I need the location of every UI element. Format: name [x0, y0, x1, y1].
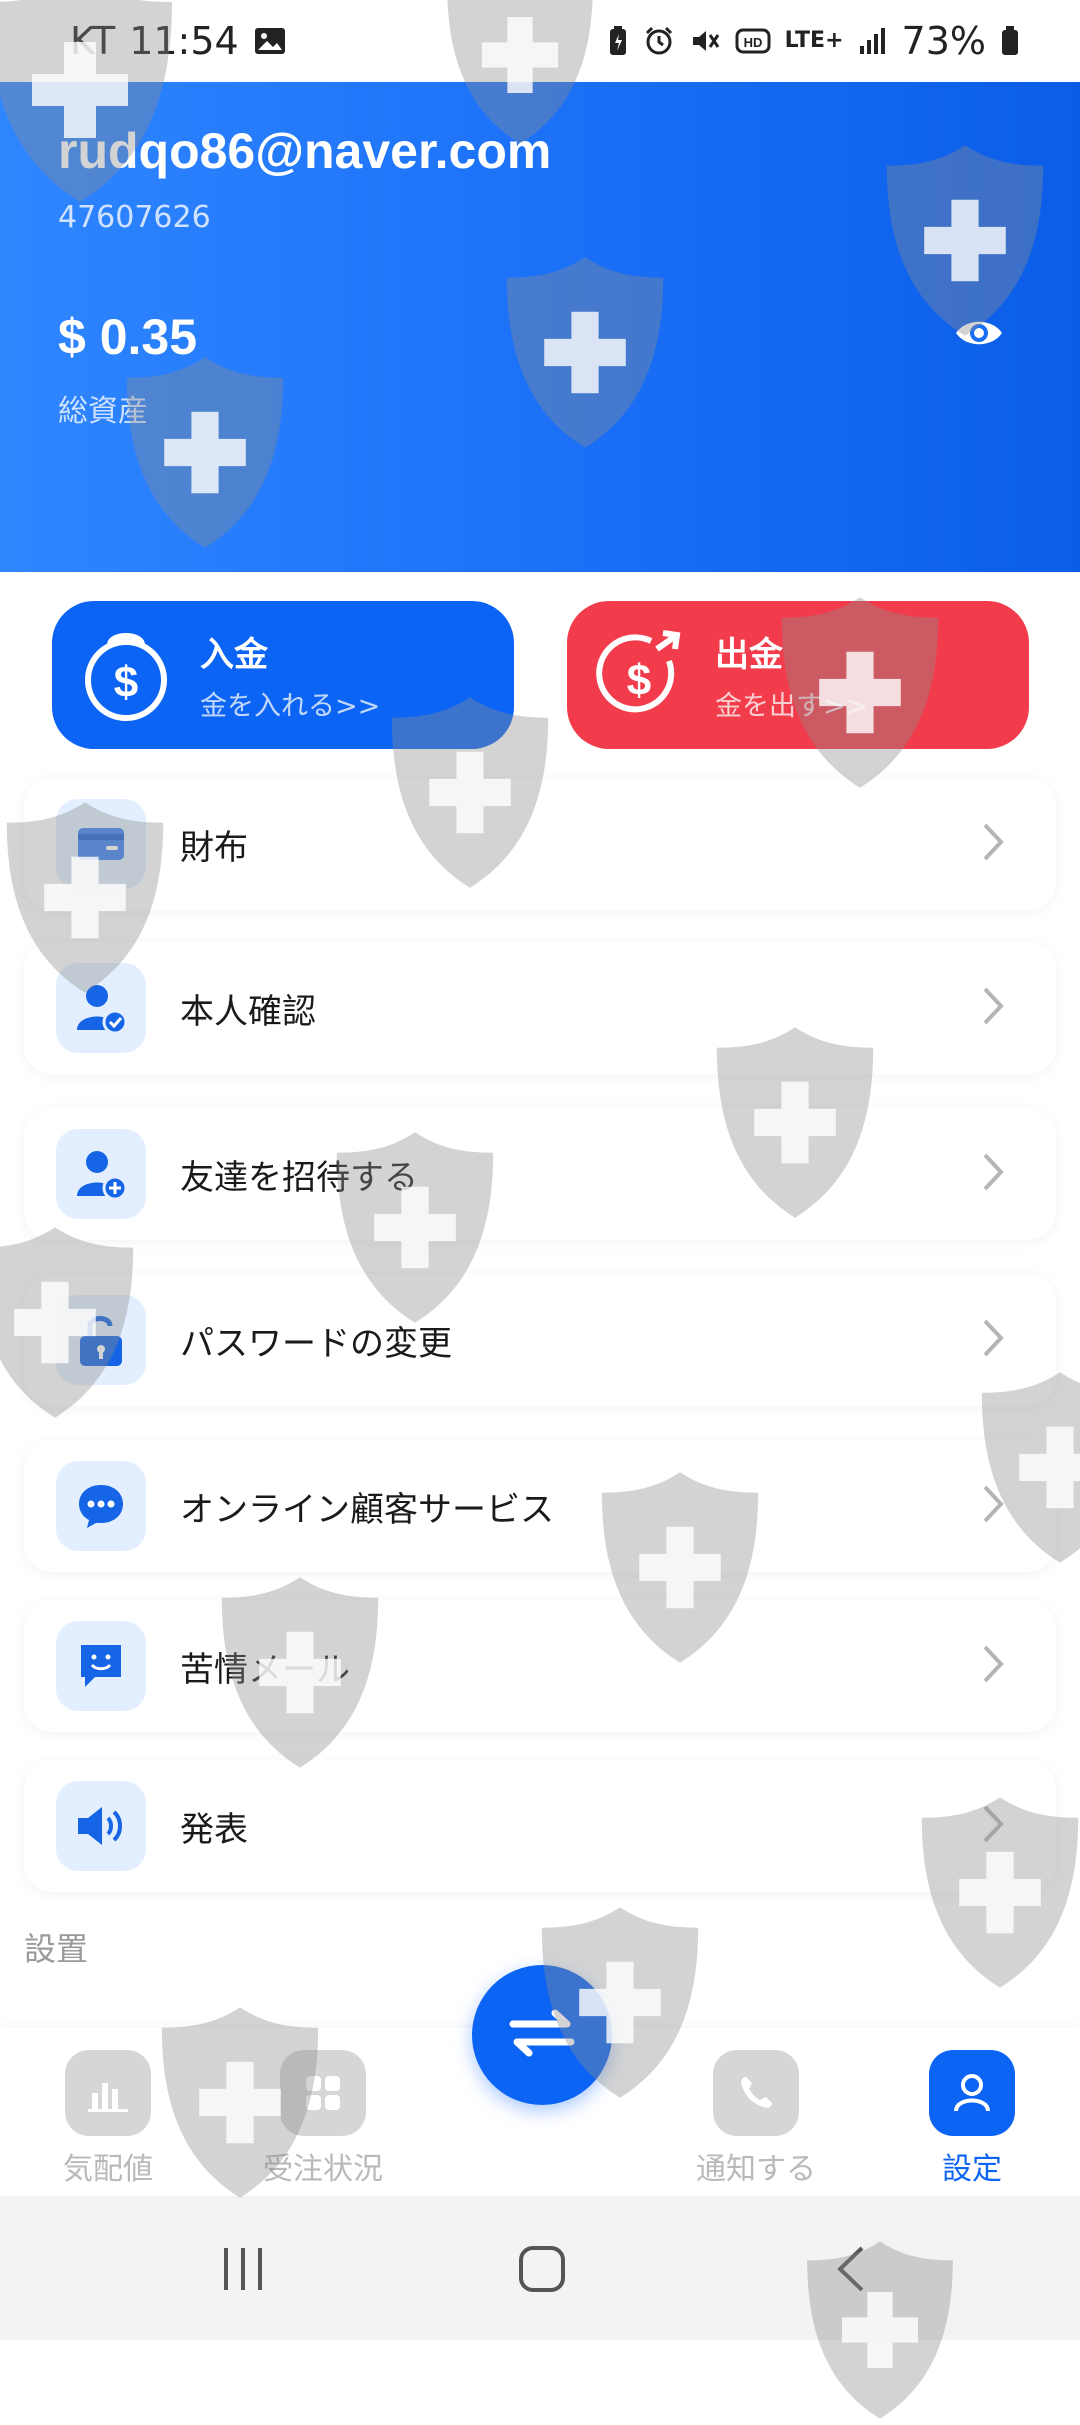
back-icon[interactable] — [830, 2244, 870, 2298]
menu-label: 苦情メール — [180, 1649, 350, 1690]
svg-text:$: $ — [627, 656, 651, 705]
signal-icon — [858, 26, 888, 56]
wallet-icon — [56, 799, 146, 889]
svg-text:HD: HD — [743, 35, 762, 50]
chevron-right-icon — [982, 1644, 1004, 1688]
network-type: LTE+ — [784, 28, 844, 53]
feedback-message-icon — [56, 1621, 146, 1711]
menu-label: 財布 — [180, 827, 248, 868]
grid-icon — [280, 2050, 366, 2136]
deposit-subtitle: 金を入れる>> — [200, 691, 381, 722]
bar-chart-icon — [65, 2050, 151, 2136]
lock-open-icon — [56, 1295, 146, 1385]
settings-section-title: 設置 — [24, 1930, 89, 1968]
swap-arrows-icon — [507, 2008, 577, 2062]
speaker-icon — [56, 1781, 146, 1871]
nav-label: 設定 — [942, 2152, 1002, 2187]
battery-icon — [1000, 25, 1020, 57]
deposit-icon: $ — [76, 623, 176, 727]
withdraw-button[interactable]: $ 出金 金を出す>> — [567, 601, 1029, 749]
nav-label: 気配値 — [63, 2152, 153, 2187]
clock: 11:54 — [129, 19, 239, 63]
phone-icon — [713, 2050, 799, 2136]
hd-voice-icon: HD — [735, 26, 771, 56]
chevron-right-icon — [982, 1804, 1004, 1848]
withdraw-title: 出金 — [715, 635, 783, 675]
account-email: rudqo86@naver.com — [58, 123, 552, 179]
total-balance: $ 0.35 — [58, 309, 198, 365]
menu-item-wallet[interactable]: 財布 — [24, 778, 1056, 910]
alarm-icon — [643, 25, 675, 57]
deposit-title: 入金 — [200, 635, 268, 675]
menu-label: 本人確認 — [180, 991, 316, 1032]
withdraw-icon: $ — [591, 623, 691, 727]
menu-label: 友達を招待する — [180, 1157, 418, 1198]
menu-item-identity-verification[interactable]: 本人確認 — [24, 942, 1056, 1074]
user-icon — [929, 2050, 1015, 2136]
chat-bubble-icon — [56, 1461, 146, 1551]
battery-saver-icon — [607, 25, 629, 57]
battery-percent: 73% — [901, 19, 986, 63]
user-add-icon — [56, 1129, 146, 1219]
svg-text:$: $ — [114, 658, 138, 707]
chevron-right-icon — [982, 1484, 1004, 1528]
menu-item-complaint-mail[interactable]: 苦情メール — [24, 1600, 1056, 1732]
nav-item-orders[interactable]: 受注状況 — [243, 2050, 403, 2188]
account-id: 47607626 — [58, 200, 211, 235]
deposit-button[interactable]: $ 入金 金を入れる>> — [52, 601, 514, 749]
user-verified-icon — [56, 963, 146, 1053]
gallery-icon — [253, 26, 287, 56]
account-header: rudqo86@naver.com 47607626 $ 0.35 総資産 — [0, 82, 1080, 572]
chevron-right-icon — [982, 822, 1004, 866]
nav-label: 受注状況 — [263, 2152, 383, 2187]
menu-item-change-password[interactable]: パスワードの変更 — [24, 1274, 1056, 1406]
chevron-right-icon — [982, 1152, 1004, 1196]
menu-item-announcements[interactable]: 発表 — [24, 1760, 1056, 1892]
trade-swap-button[interactable] — [472, 1965, 612, 2105]
carrier-label: KT — [70, 19, 116, 63]
mute-icon — [689, 25, 721, 57]
home-icon[interactable] — [517, 2244, 567, 2298]
system-navigation-bar — [0, 2196, 1080, 2340]
chevron-right-icon — [982, 1318, 1004, 1362]
chevron-right-icon — [982, 986, 1004, 1030]
nav-item-quotes[interactable]: 気配値 — [28, 2050, 188, 2188]
nav-label: 通知する — [696, 2152, 816, 2187]
nav-item-settings[interactable]: 設定 — [892, 2050, 1052, 2188]
menu-item-invite-friends[interactable]: 友達を招待する — [24, 1108, 1056, 1240]
menu-label: オンライン顧客サービス — [180, 1489, 554, 1530]
menu-item-customer-service[interactable]: オンライン顧客サービス — [24, 1440, 1056, 1572]
nav-item-notifications[interactable]: 通知する — [676, 2050, 836, 2188]
total-assets-label: 総資産 — [58, 394, 148, 429]
recent-apps-icon[interactable] — [218, 2244, 268, 2298]
withdraw-subtitle: 金を出す>> — [715, 691, 869, 722]
menu-label: 発表 — [180, 1809, 248, 1850]
menu-label: パスワードの変更 — [180, 1323, 452, 1364]
eye-icon[interactable] — [954, 316, 1004, 354]
status-bar: KT 11:54 HD LTE+ 73% — [0, 0, 1080, 82]
